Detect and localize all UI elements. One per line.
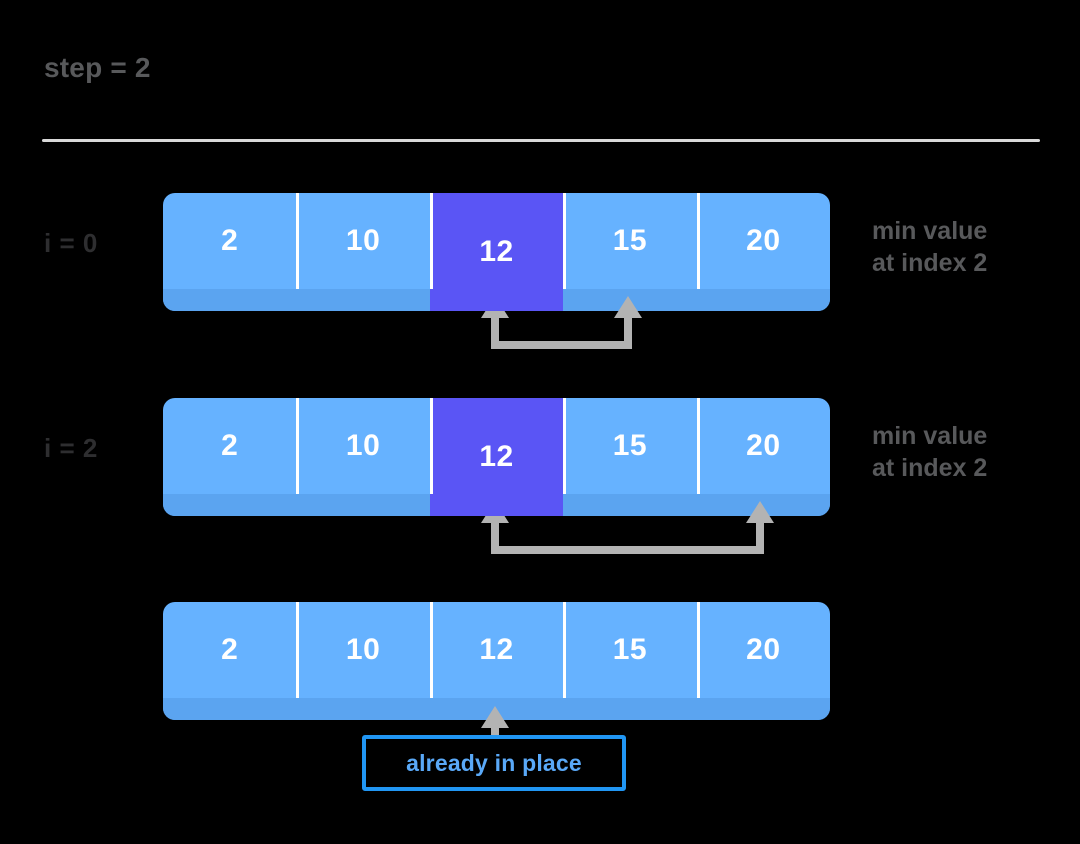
- array-cell[interactable]: 15: [563, 193, 696, 289]
- array-cell[interactable]: 15: [563, 602, 696, 698]
- row-annotation: min value at index 2: [872, 217, 988, 277]
- array-cell[interactable]: 2: [163, 398, 296, 494]
- array-cell[interactable]: 10: [296, 398, 429, 494]
- array-row: i = 2 2 10 12 15 20 min value at index 2: [0, 390, 1080, 520]
- array-track: 2 10 12 15 20: [163, 193, 830, 311]
- array-cell[interactable]: 20: [696, 602, 830, 698]
- array-cell[interactable]: 2: [163, 193, 296, 289]
- array-cell[interactable]: 20: [696, 398, 830, 494]
- step-label: step = 2: [44, 52, 151, 83]
- array-cell[interactable]: 10: [296, 193, 429, 289]
- row-index-label: i = 0: [44, 228, 98, 258]
- array-cell[interactable]: 10: [296, 602, 429, 698]
- row-annotation: min value at index 2: [872, 422, 988, 482]
- array-row: i = 0 2 10 12 15 20 min value at index 2: [0, 185, 1080, 315]
- array-track: 2 10 12 15 20: [163, 602, 830, 720]
- already-in-place-callout[interactable]: already in place: [362, 735, 626, 791]
- array-cell[interactable]: 20: [696, 193, 830, 289]
- array-cell[interactable]: 15: [563, 398, 696, 494]
- array-cell[interactable]: 12: [429, 602, 563, 698]
- array-cell-highlighted[interactable]: 12: [429, 193, 564, 311]
- array-cell-highlighted[interactable]: 12: [429, 398, 564, 516]
- already-in-place-label: already in place: [406, 749, 582, 776]
- row-index-label: i = 2: [44, 433, 98, 463]
- header-divider: [42, 139, 1040, 142]
- array-track: 2 10 12 15 20: [163, 398, 830, 516]
- array-cell[interactable]: 2: [163, 602, 296, 698]
- array-row: 2 10 12 15 20: [0, 594, 1080, 724]
- diagram-canvas: step = 2 i = 0 2 10 12 15 20 min value a…: [0, 0, 1080, 844]
